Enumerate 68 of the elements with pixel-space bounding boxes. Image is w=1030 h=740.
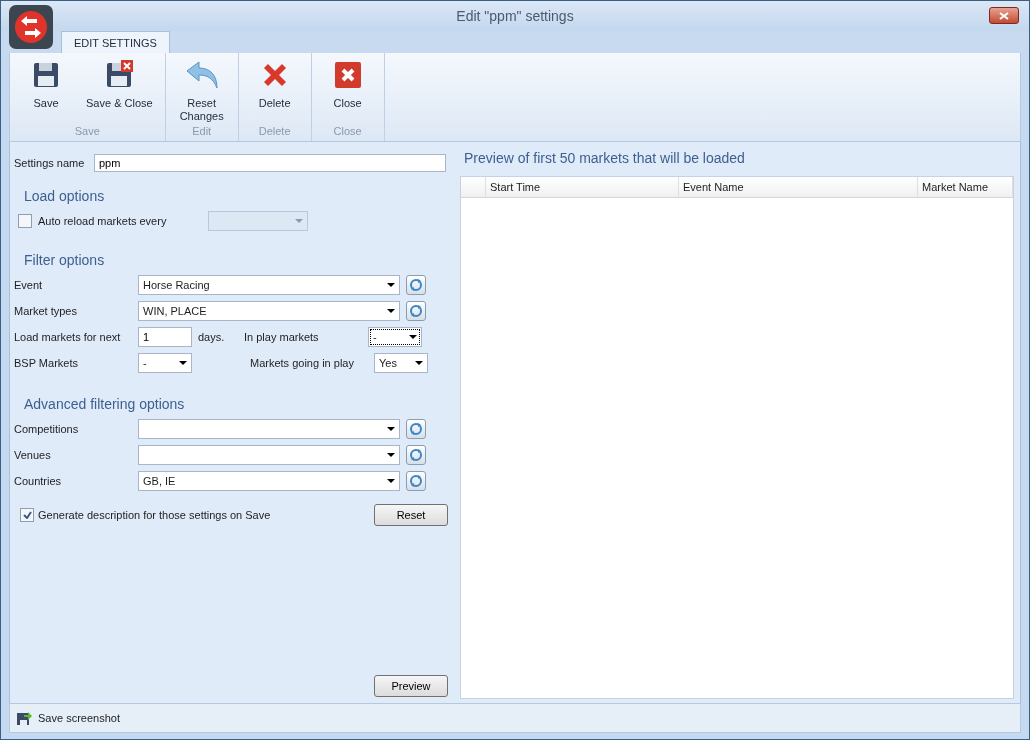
field-suffix: days. xyxy=(198,331,226,343)
input-field[interactable]: 1 xyxy=(138,327,192,347)
close-button[interactable] xyxy=(989,7,1019,24)
dropdown[interactable] xyxy=(138,419,400,439)
preview-button[interactable]: Preview xyxy=(374,675,448,697)
dropdown[interactable]: Horse Racing xyxy=(138,275,400,295)
dropdown[interactable] xyxy=(138,445,400,465)
ribbon-button[interactable]: Save xyxy=(16,57,76,125)
group-label: Edit xyxy=(191,125,213,139)
caret-icon xyxy=(387,427,395,431)
group-label: Close xyxy=(332,125,363,139)
refresh-icon xyxy=(409,448,423,462)
app-logo-icon xyxy=(9,5,53,49)
caret-icon xyxy=(387,479,395,483)
field-label: Event xyxy=(14,279,44,291)
section-title: Load options xyxy=(23,187,106,206)
caret-icon xyxy=(409,335,417,339)
dropdown[interactable]: GB, IE xyxy=(138,471,400,491)
ribbon-button[interactable]: Save & Close xyxy=(80,57,159,125)
refresh-button[interactable] xyxy=(406,419,426,439)
preview-title: Preview of first 50 markets that will be loaded xyxy=(463,149,746,168)
field-label: Countries xyxy=(14,475,63,487)
ribbon-tab[interactable]: EDIT SETTINGS xyxy=(61,31,170,53)
checkbox-label: Generate description for those settings on Save xyxy=(38,509,271,521)
column-header[interactable]: Market Name xyxy=(918,177,1013,197)
refresh-icon xyxy=(409,474,423,488)
refresh-button[interactable] xyxy=(406,275,426,295)
refresh-button[interactable] xyxy=(406,445,426,465)
input-field[interactable]: ppm xyxy=(94,154,446,172)
section-title: Advanced filtering options xyxy=(23,395,186,414)
close-icon xyxy=(999,11,1009,20)
dropdown[interactable]: - xyxy=(138,353,192,373)
dropdown[interactable]: Yes xyxy=(374,353,428,373)
ribbon-button[interactable]: Close xyxy=(317,57,378,125)
caret-icon xyxy=(387,309,395,313)
refresh-icon xyxy=(409,278,423,292)
caret-icon xyxy=(179,361,187,365)
field-label: In play markets xyxy=(244,331,320,343)
checkbox[interactable] xyxy=(20,508,34,522)
caret-icon xyxy=(387,283,395,287)
section-title: Filter options xyxy=(23,251,106,270)
column-header[interactable]: Start Time xyxy=(486,177,679,197)
reset-button[interactable]: Reset xyxy=(374,504,448,526)
window-title: Edit "ppm" settings xyxy=(456,8,574,24)
field-label: Markets going in play xyxy=(250,357,355,369)
group-label: Save xyxy=(73,125,101,139)
group-label: Delete xyxy=(257,125,292,139)
ribbon-button[interactable]: Reset Changes xyxy=(171,57,232,125)
column-header[interactable]: Event Name xyxy=(679,177,918,197)
undo-arrow-icon xyxy=(184,59,219,91)
dropdown[interactable]: WIN, PLACE xyxy=(138,301,400,321)
field-label: BSP Markets xyxy=(14,357,79,369)
dropdown[interactable]: - xyxy=(368,327,422,347)
refresh-button[interactable] xyxy=(406,471,426,491)
field-label: Market types xyxy=(14,305,78,317)
save-screenshot-link[interactable]: Save screenshot xyxy=(38,712,120,724)
refresh-icon xyxy=(409,304,423,318)
field-label: Load markets for next xyxy=(14,331,122,343)
caret-icon xyxy=(415,361,423,365)
field-label: Settings name xyxy=(14,157,86,169)
checkbox-label: Auto reload markets every xyxy=(38,215,168,227)
refresh-icon xyxy=(409,422,423,436)
caret-icon xyxy=(295,219,303,223)
caret-icon xyxy=(387,453,395,457)
field-label: Competitions xyxy=(14,423,80,435)
refresh-button[interactable] xyxy=(406,301,426,321)
ribbon-button[interactable]: Delete xyxy=(244,57,305,125)
field-label: Venues xyxy=(14,449,52,461)
